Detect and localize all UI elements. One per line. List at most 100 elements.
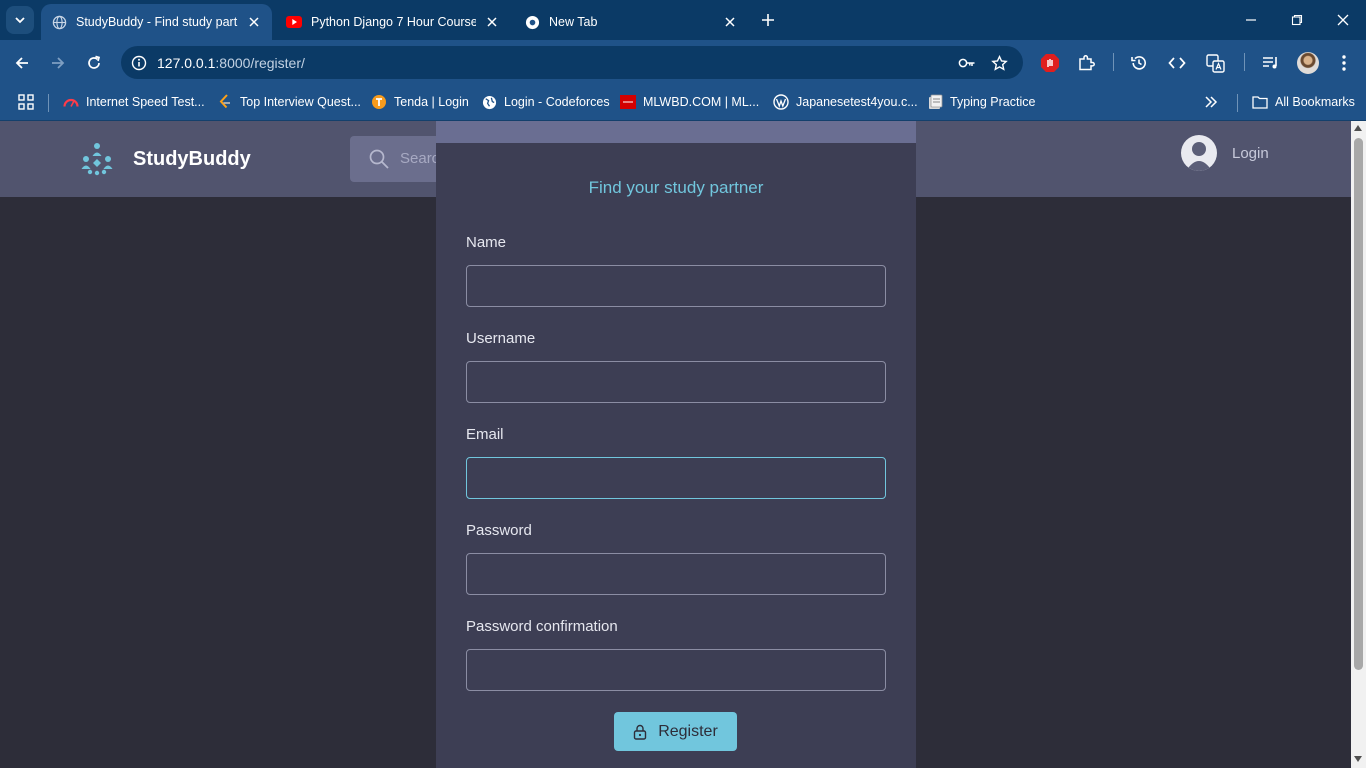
brand-name[interactable]: StudyBuddy (133, 148, 251, 171)
speedometer-icon (63, 94, 79, 110)
tab-django-course[interactable]: Python Django 7 Hour Course - (276, 4, 510, 40)
bookmark-codeforces-login[interactable]: Login - Codeforces (481, 92, 610, 112)
email-field[interactable] (466, 457, 886, 499)
close-window-button[interactable] (1333, 10, 1353, 30)
bookmarks-divider (48, 94, 49, 112)
tenda-icon (371, 94, 387, 110)
close-icon[interactable] (722, 14, 738, 30)
register-button-label: Register (658, 722, 718, 740)
bookmark-tenda-login[interactable]: Tenda | Login (371, 92, 469, 112)
name-label: Name (466, 234, 507, 251)
url-path: :8000/register/ (215, 55, 305, 71)
toolbar-divider (1244, 53, 1245, 71)
name-field[interactable] (466, 265, 886, 307)
register-button[interactable]: Register (614, 712, 737, 751)
lock-icon (634, 724, 647, 740)
arrow-left-icon (15, 57, 28, 69)
bookmark-typing-practice[interactable]: Typing Practice (927, 92, 1035, 112)
reload-icon (88, 55, 101, 69)
adblock-extension-icon[interactable] (1039, 52, 1061, 74)
folder-icon (1252, 94, 1268, 110)
user-avatar-icon[interactable] (1181, 135, 1217, 171)
bookmark-label: Tenda | Login (394, 95, 469, 109)
password-field[interactable] (466, 553, 886, 595)
bookmark-label: MLWBD.COM | ML... (643, 95, 760, 109)
bookmark-label: Japanesetest4you.c... (796, 95, 918, 109)
username-label: Username (466, 330, 536, 347)
arrow-right-icon (52, 57, 65, 69)
info-icon[interactable] (129, 53, 149, 73)
chevron-double-right-icon[interactable] (1202, 93, 1220, 111)
browser-toolbar: 127.0.0.1:8000/register/ (0, 40, 1366, 85)
translate-icon[interactable] (1204, 52, 1226, 74)
password-label: Password (466, 522, 532, 539)
password-confirmation-label: Password confirmation (466, 618, 618, 635)
bookmark-mlwbd[interactable]: MLWBD.COM | ML... (620, 92, 759, 112)
bookmarks-divider (1237, 94, 1238, 112)
youtube-icon (286, 14, 302, 30)
minimize-button[interactable] (1241, 10, 1261, 30)
chevron-down-icon (15, 17, 25, 24)
forward-button[interactable] (47, 52, 69, 74)
minimize-icon (1246, 19, 1256, 21)
bookmarks-bar: Internet Speed Test... Top Interview Que… (0, 85, 1366, 121)
header-login-link[interactable]: Login (1232, 145, 1269, 162)
history-icon[interactable] (1128, 52, 1150, 74)
profile-avatar[interactable] (1297, 52, 1319, 74)
apps-grid-icon[interactable] (17, 93, 35, 111)
all-bookmarks-button[interactable]: All Bookmarks (1252, 92, 1355, 112)
reload-button[interactable] (83, 52, 105, 74)
bookmark-label: Login - Codeforces (504, 95, 610, 109)
extensions-icon[interactable] (1075, 52, 1097, 74)
restore-button[interactable] (1287, 10, 1307, 30)
bookmark-top-interview-questions[interactable]: Top Interview Quest... (217, 92, 361, 112)
password-key-icon[interactable] (957, 53, 977, 73)
tab-new-tab[interactable]: New Tab (514, 4, 748, 40)
wordpress-icon (773, 94, 789, 110)
register-card: Find your study partner Name Username Em… (436, 121, 916, 768)
bookmark-label: Typing Practice (950, 95, 1036, 109)
studybuddy-logo-icon[interactable] (80, 142, 114, 176)
username-field[interactable] (466, 361, 886, 403)
web-page: StudyBuddy Search Login Find your study … (0, 121, 1351, 768)
star-icon[interactable] (989, 53, 1009, 73)
bookmark-label: Top Interview Quest... (240, 95, 361, 109)
plus-icon (762, 14, 774, 26)
register-subtitle: Find your study partner (588, 178, 764, 197)
close-icon[interactable] (246, 14, 262, 30)
toolbar-divider (1113, 53, 1114, 71)
email-label: Email (466, 426, 504, 443)
back-button[interactable] (11, 52, 33, 74)
new-tab-button[interactable] (758, 10, 778, 30)
close-icon (1337, 14, 1349, 26)
bookmark-japanesetest4you[interactable]: Japanesetest4you.c... (773, 92, 918, 112)
devtools-code-icon[interactable] (1166, 52, 1188, 74)
tab-search-button[interactable] (6, 6, 34, 34)
globe-icon (481, 94, 497, 110)
tab-title: New Tab (549, 15, 598, 29)
scroll-down-arrow-icon[interactable] (1354, 756, 1362, 762)
more-menu-icon[interactable] (1333, 52, 1355, 74)
tab-title: Python Django 7 Hour Course - (311, 15, 476, 29)
search-icon (369, 149, 389, 169)
bookmark-label: All Bookmarks (1275, 95, 1355, 109)
tab-title: StudyBuddy - Find study partne (76, 15, 238, 29)
url-text[interactable]: 127.0.0.1:8000/register/ (157, 55, 305, 71)
restore-icon (1291, 14, 1303, 26)
scrollbar-thumb[interactable] (1354, 138, 1363, 670)
media-control-icon[interactable] (1260, 52, 1282, 74)
page-scrollbar[interactable] (1351, 121, 1366, 768)
scroll-up-arrow-icon[interactable] (1354, 125, 1362, 131)
tab-studybuddy[interactable]: StudyBuddy - Find study partne (41, 4, 272, 40)
keyboard-icon (927, 94, 943, 110)
close-icon[interactable] (484, 14, 500, 30)
chrome-icon (524, 14, 540, 30)
password-confirmation-field[interactable] (466, 649, 886, 691)
globe-icon (51, 14, 67, 30)
address-bar[interactable]: 127.0.0.1:8000/register/ (121, 46, 1023, 79)
bookmark-label: Internet Speed Test... (86, 95, 205, 109)
url-host: 127.0.0.1 (157, 55, 216, 71)
browser-tab-strip: StudyBuddy - Find study partne Python Dj… (0, 0, 1366, 40)
mlwbd-icon (620, 94, 636, 110)
bookmark-internet-speed-test[interactable]: Internet Speed Test... (63, 92, 205, 112)
